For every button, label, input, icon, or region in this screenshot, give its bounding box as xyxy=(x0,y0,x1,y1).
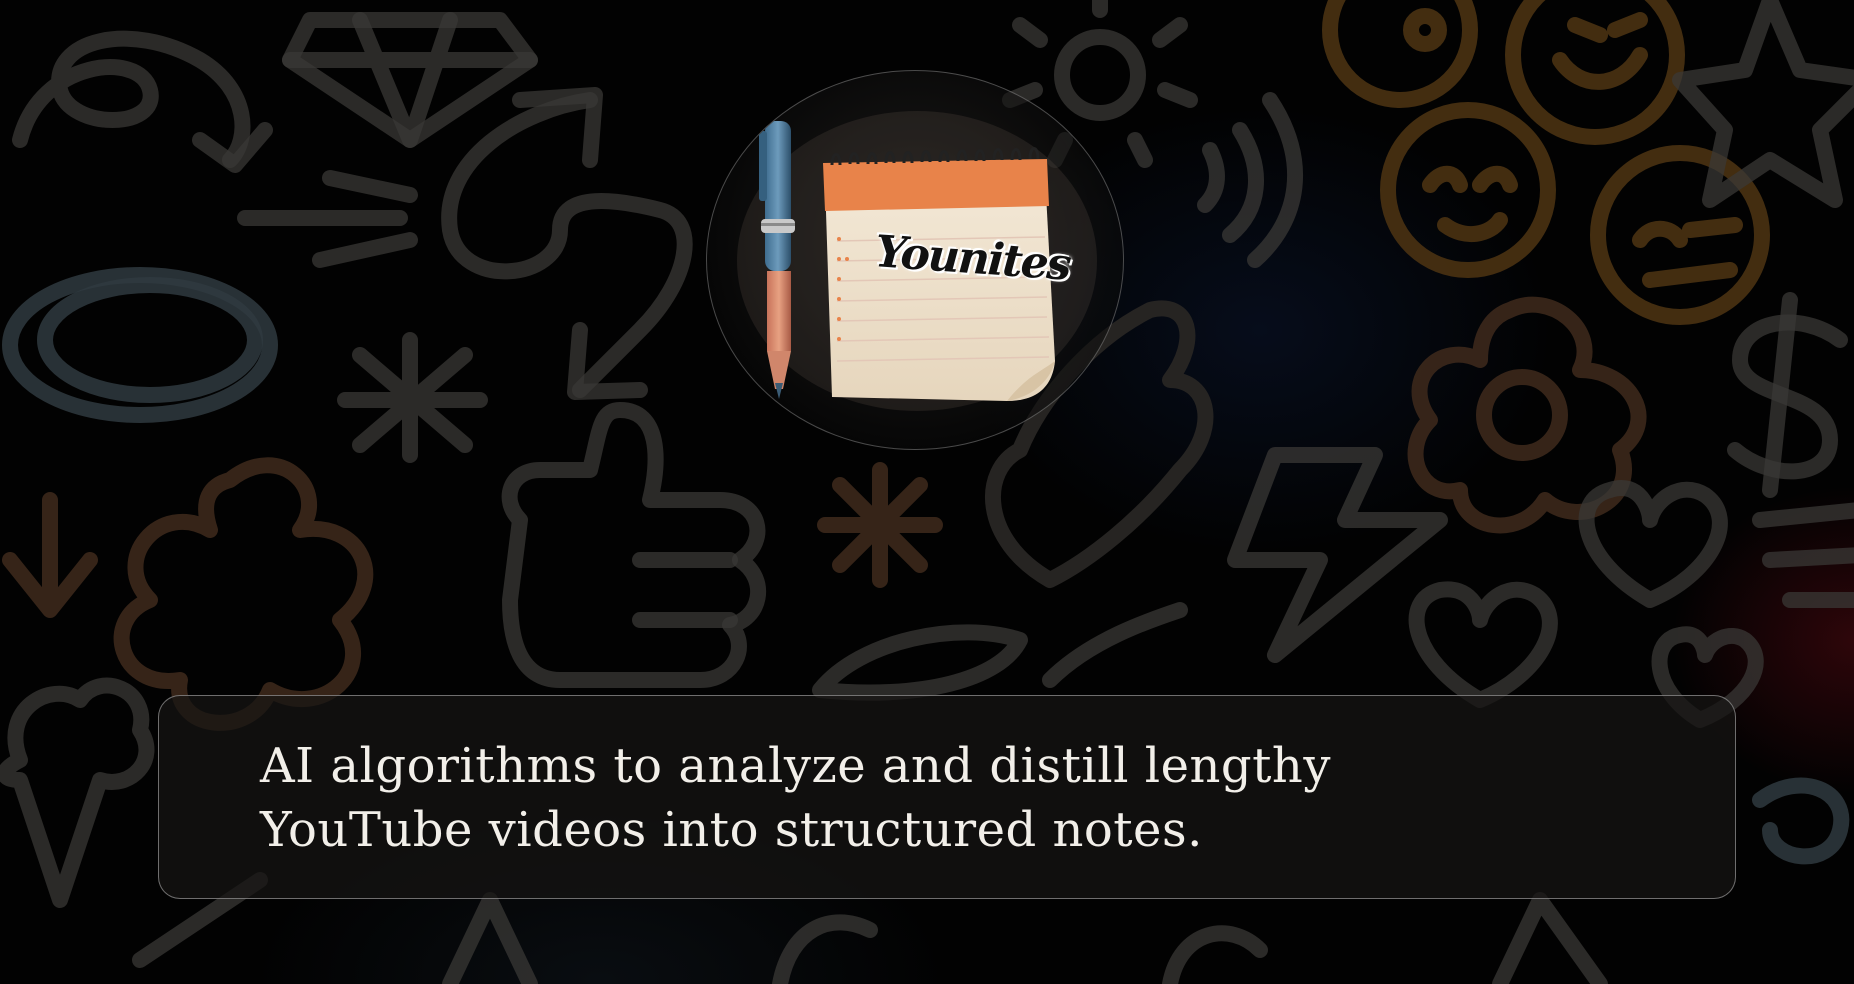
down-arrow-icon xyxy=(2,492,98,618)
oval-scribble-icon xyxy=(2,267,278,423)
diamond-icon xyxy=(282,12,538,148)
dollar-icon xyxy=(1727,292,1848,498)
swirl-arrow-icon xyxy=(441,87,693,400)
leaf-icon xyxy=(812,602,1188,701)
sound-waves-icon xyxy=(1197,92,1304,268)
heart-icon xyxy=(1408,480,1764,728)
speed-lines-right-icon xyxy=(1752,502,1854,608)
ice-cream-icon xyxy=(0,677,155,908)
star-icon xyxy=(1672,0,1854,208)
burst-icon xyxy=(817,462,943,588)
thumbs-up-icon xyxy=(501,402,766,688)
caption-card: AI algorithms to analyze and distill len… xyxy=(158,695,1736,899)
asterisk-icon xyxy=(337,332,488,463)
caption-text: AI algorithms to analyze and distill len… xyxy=(260,734,1460,862)
curly-arrow-icon xyxy=(12,30,273,173)
flower-icon xyxy=(113,457,374,731)
smiley-icon xyxy=(1322,0,1770,325)
speed-lines-icon xyxy=(237,170,418,268)
hero-stage: Younites AI algorithms to analyze and di… xyxy=(0,0,1854,984)
caption-line-2: YouTube videos into structured notes. xyxy=(260,802,1203,858)
logo-badge: Younites xyxy=(706,70,1124,450)
caption-line-1: AI algorithms to analyze and distill len… xyxy=(260,738,1331,794)
